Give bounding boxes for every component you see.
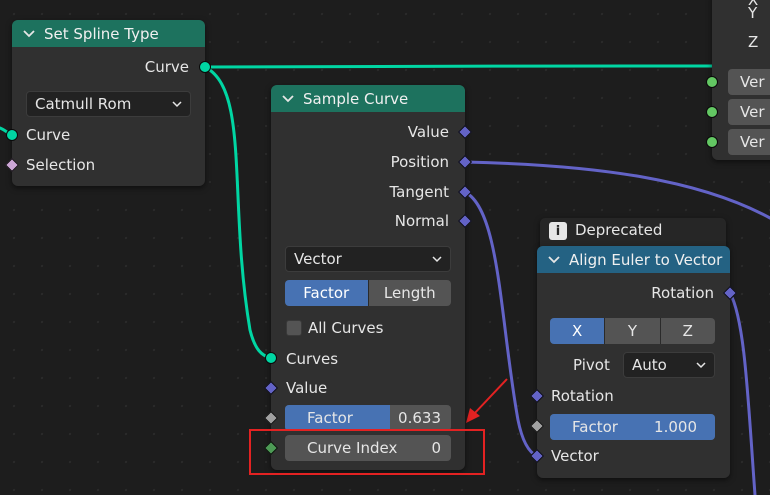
set-spline-output-curve-socket[interactable]: [199, 61, 211, 73]
output-rotation-label: Rotation: [651, 284, 714, 302]
axis-x-button[interactable]: X: [550, 318, 606, 344]
output-value-label: Value: [407, 123, 449, 141]
spline-type-dropdown[interactable]: Catmull Rom: [26, 91, 191, 117]
sample-curve-node[interactable]: Sample Curve Value Position Tangent Norm…: [271, 85, 465, 470]
align-euler-header[interactable]: Align Euler to Vector: [537, 246, 730, 273]
input-value-label: Value: [286, 379, 328, 397]
factor-slider[interactable]: Factor 0.633: [285, 405, 451, 431]
chevron-down-icon: [172, 99, 182, 109]
chevron-down-icon: [432, 254, 442, 264]
sample-input-curves-socket[interactable]: [265, 352, 277, 364]
align-factor-slider[interactable]: Factor 1.000: [550, 414, 715, 440]
all-curves-label: All Curves: [308, 319, 384, 337]
spline-type-value: Catmull Rom: [35, 95, 132, 113]
set-spline-type-node[interactable]: Set Spline Type Curve Catmull Rom Curve …: [12, 20, 205, 186]
link-position-to-right: [463, 160, 770, 220]
output-curve-label: Curve: [144, 58, 189, 76]
input-vector-label: Vector: [551, 447, 599, 465]
data-type-value: Vector: [294, 250, 342, 268]
sample-curve-header[interactable]: Sample Curve: [271, 85, 465, 112]
curve-index-value: 0: [431, 439, 441, 457]
input-curve-label: Curve: [26, 126, 71, 144]
partial-socket-3[interactable]: [706, 136, 718, 148]
input-selection-label: Selection: [26, 156, 96, 174]
partial-button-3[interactable]: Ver: [728, 129, 770, 155]
partial-button-1[interactable]: Ver: [728, 69, 770, 95]
axis-y-button[interactable]: Y: [605, 318, 661, 344]
set-spline-type-header[interactable]: Set Spline Type: [12, 20, 205, 47]
pivot-label: Pivot: [573, 356, 610, 374]
align-euler-node[interactable]: Align Euler to Vector Rotation X Y Z Piv…: [537, 246, 730, 478]
node-title: Align Euler to Vector: [569, 250, 723, 269]
align-factor-label: Factor: [572, 418, 618, 436]
partial-socket-2[interactable]: [706, 106, 718, 118]
collapse-chevron-icon[interactable]: [22, 27, 36, 41]
output-normal-label: Normal: [394, 212, 449, 230]
link-set-spline-to-sample-curves: [203, 65, 273, 360]
link-set-spline-to-right: [203, 64, 714, 69]
output-position-label: Position: [390, 153, 449, 171]
pivot-dropdown[interactable]: Auto: [623, 352, 715, 378]
mode-length-button[interactable]: Length: [368, 280, 451, 306]
collapse-chevron-icon[interactable]: [281, 92, 295, 106]
annotation-arrow: [472, 378, 508, 416]
collapse-chevron-icon[interactable]: [547, 253, 561, 267]
set-spline-input-curve-socket[interactable]: [6, 129, 18, 141]
mode-toggle[interactable]: Factor Length: [285, 280, 451, 306]
partial-row-z: Z: [748, 33, 759, 51]
partial-socket-1[interactable]: [706, 76, 718, 88]
factor-value: 0.633: [398, 409, 441, 427]
mode-factor-button[interactable]: Factor: [285, 280, 369, 306]
axis-toggle[interactable]: X Y Z: [550, 318, 715, 344]
link-rotation-out: [728, 291, 757, 495]
partial-button-2[interactable]: Ver: [728, 99, 770, 125]
pivot-value: Auto: [632, 356, 667, 374]
all-curves-checkbox[interactable]: [286, 320, 302, 336]
partial-row-y: Y: [748, 4, 758, 22]
partial-node[interactable]: X Y Z Ver Ver Ver: [712, 0, 770, 160]
node-title: Set Spline Type: [44, 24, 159, 43]
input-rotation-label: Rotation: [551, 387, 614, 405]
axis-z-button[interactable]: Z: [660, 318, 715, 344]
data-type-dropdown[interactable]: Vector: [285, 246, 451, 272]
input-curves-label: Curves: [286, 350, 339, 368]
factor-label: Factor: [307, 409, 353, 427]
output-tangent-label: Tangent: [389, 183, 449, 201]
info-icon: i: [549, 222, 567, 240]
curve-index-label: Curve Index: [307, 439, 398, 457]
deprecated-text: Deprecated: [575, 221, 663, 239]
align-factor-value: 1.000: [654, 418, 697, 436]
node-title: Sample Curve: [303, 89, 409, 108]
chevron-down-icon: [696, 360, 706, 370]
